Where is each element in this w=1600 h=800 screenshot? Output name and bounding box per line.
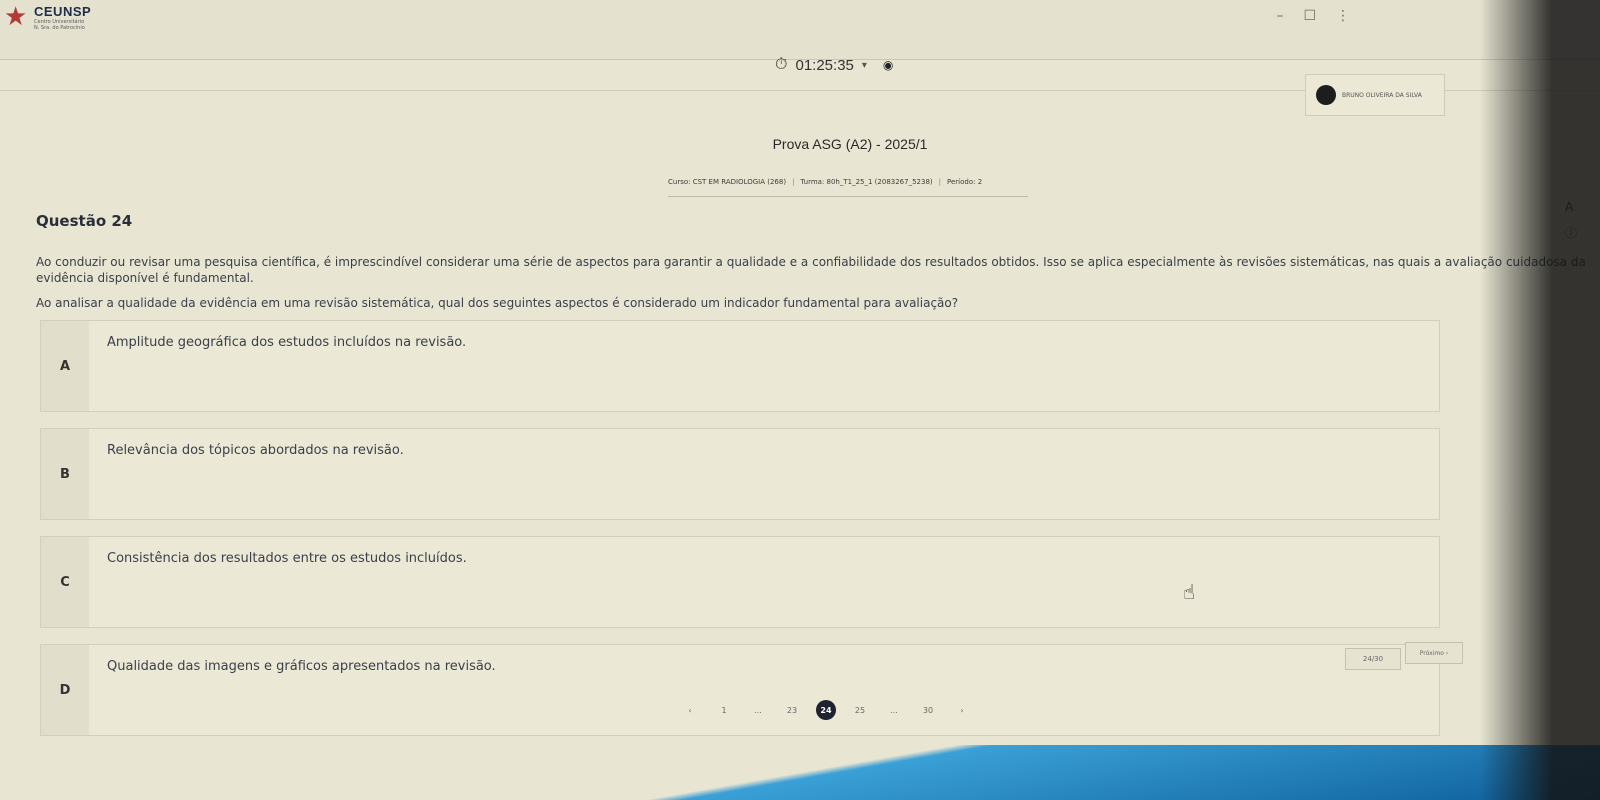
page-ellipsis: ... <box>890 705 898 715</box>
question-prompt: Ao analisar a qualidade da evidência em … <box>36 296 959 310</box>
next-button[interactable]: Próximo › <box>1405 642 1463 664</box>
separator: | <box>938 178 941 186</box>
stopwatch-icon: ⏱ <box>775 56 788 73</box>
logo-name: CEUNSP <box>34 4 92 19</box>
page-link[interactable]: 1 <box>714 700 734 720</box>
option-text: Consistência dos resultados entre os est… <box>107 551 467 566</box>
hand-cursor-icon: ☝ <box>1183 580 1196 604</box>
window-controls: – ☐ ⋮ <box>1276 8 1350 24</box>
option-text: Qualidade das imagens e gráficos apresen… <box>107 659 496 674</box>
screen-edge <box>1480 0 1600 800</box>
option-c[interactable]: C Consistência dos resultados entre os e… <box>40 536 1440 628</box>
desktop-background <box>0 745 1600 800</box>
next-page-icon[interactable]: › <box>952 700 972 720</box>
eye-icon[interactable]: ◉ <box>883 58 893 72</box>
page-link[interactable]: 23 <box>782 700 802 720</box>
period-label: Período: 2 <box>947 178 983 186</box>
option-letter: B <box>41 429 89 519</box>
option-b[interactable]: B Relevância dos tópicos abordados na re… <box>40 428 1440 520</box>
option-text: Relevância dos tópicos abordados na revi… <box>107 443 404 458</box>
option-text: Amplitude geográfica dos estudos incluíd… <box>107 335 467 350</box>
avatar <box>1316 85 1336 105</box>
counter-text: 24/30 <box>1362 655 1384 663</box>
option-letter: C <box>41 537 89 627</box>
question-title: Questão 24 <box>36 212 133 230</box>
minimize-icon[interactable]: – <box>1276 8 1283 24</box>
logo-subtitle: N. Sra. do Patrocínio <box>34 25 85 31</box>
question-text: Ao conduzir ou revisar uma pesquisa cien… <box>36 255 1586 285</box>
option-letter: D <box>41 645 89 735</box>
star-logo-icon: ★ <box>4 2 28 32</box>
ceunsp-logo: ★ CEUNSP Centro Universitário N. Sra. do… <box>4 4 91 31</box>
option-a[interactable]: A Amplitude geográfica dos estudos inclu… <box>40 320 1440 412</box>
exam-meta: Curso: CST EM RADIOLOGIA (268) | Turma: … <box>668 178 1028 197</box>
chevron-down-icon[interactable]: ▾ <box>862 60 867 71</box>
page-link[interactable]: 30 <box>918 700 938 720</box>
separator: | <box>792 178 795 186</box>
user-profile[interactable]: BRUNO OLIVEIRA DA SILVA <box>1305 74 1445 116</box>
prev-page-icon[interactable]: ‹ <box>680 700 700 720</box>
option-d[interactable]: D Qualidade das imagens e gráficos apres… <box>40 644 1440 736</box>
exam-title: Prova ASG (A2) - 2025/1 <box>772 136 928 152</box>
course-label: Curso: CST EM RADIOLOGIA (268) <box>668 178 787 186</box>
timer-value: 01:25:35 <box>795 56 854 74</box>
pagination: ‹ 1 ... 23 24 25 ... 30 › <box>680 700 972 720</box>
top-bar: ★ CEUNSP Centro Universitário N. Sra. do… <box>0 0 1600 60</box>
exam-timer: ⏱ 01:25:35 ▾ ◉ <box>775 56 893 74</box>
page-link-current[interactable]: 24 <box>816 700 836 720</box>
maximize-icon[interactable]: ☐ <box>1303 8 1316 24</box>
more-icon[interactable]: ⋮ <box>1336 8 1350 24</box>
next-label: Próximo <box>1419 649 1444 657</box>
page-ellipsis: ... <box>754 705 762 715</box>
class-label: Turma: 80h_T1_25_1 (2083267_5238) <box>800 178 933 186</box>
question-counter[interactable]: 24/30 <box>1345 648 1401 670</box>
user-name: BRUNO OLIVEIRA DA SILVA <box>1342 91 1422 99</box>
option-letter: A <box>41 321 89 411</box>
page-link[interactable]: 25 <box>850 700 870 720</box>
